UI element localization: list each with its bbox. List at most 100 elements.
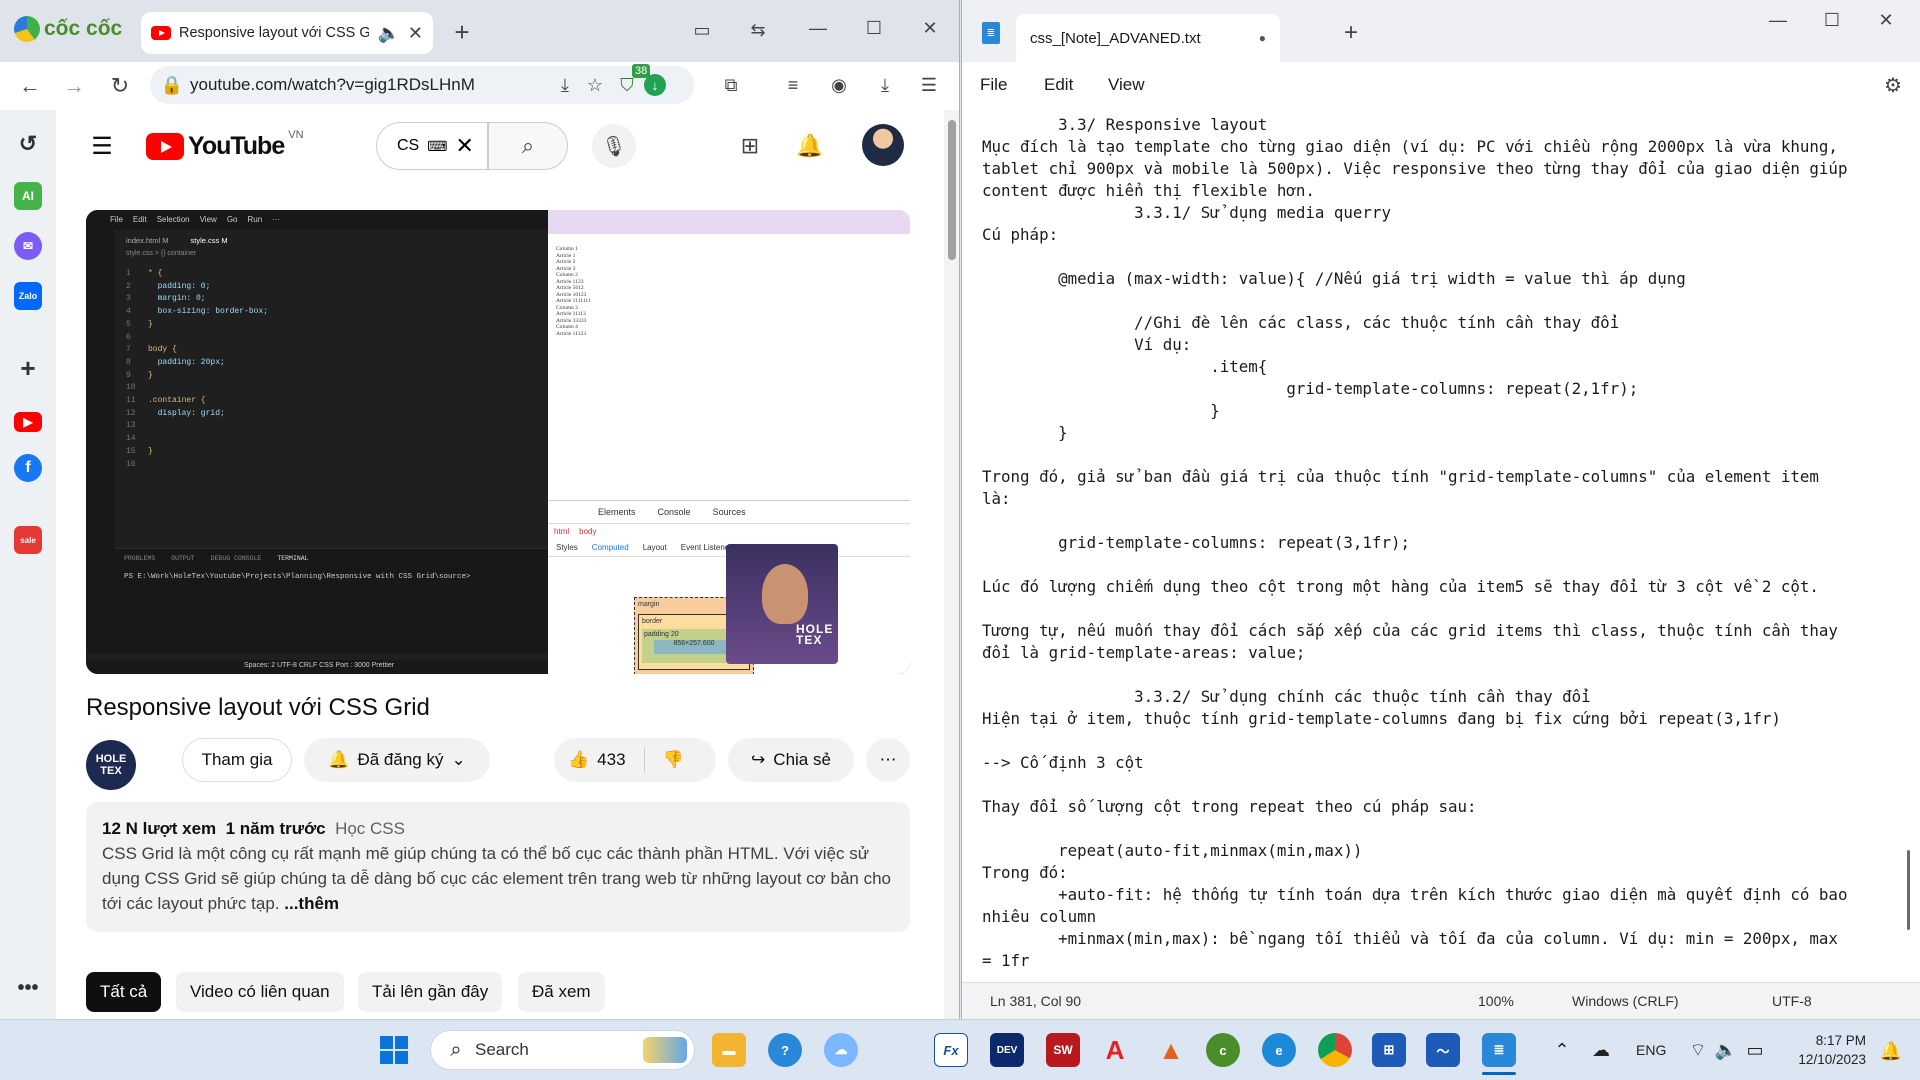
tray-chevron-icon[interactable]: ⌃ xyxy=(1552,1040,1572,1060)
taskbar-search[interactable]: ⌕ Search xyxy=(430,1030,695,1070)
screenshot-icon[interactable]: ▭ xyxy=(690,18,714,42)
maximize-icon[interactable]: ☐ xyxy=(862,16,886,40)
menu-view[interactable]: View xyxy=(1108,75,1172,95)
browser-tab-youtube[interactable]: Responsive layout với CSS Grid 🔈 ✕ xyxy=(141,12,433,54)
join-button[interactable]: Tham gia xyxy=(182,738,292,782)
subscribed-button[interactable]: 🔔 Đã đăng ký ⌄ xyxy=(304,738,490,782)
notepad-scrollbar-thumb[interactable] xyxy=(1907,850,1910,930)
notepad-file-tab[interactable]: css_[Note]_ADVANED.txt ● xyxy=(1016,14,1280,62)
new-tab-icon[interactable]: + xyxy=(448,17,476,47)
close-icon[interactable]: ✕ xyxy=(1874,8,1898,32)
speaker-icon[interactable]: 🔈 xyxy=(377,23,399,44)
store-icon[interactable]: ⊞ xyxy=(1372,1033,1406,1067)
matlab-icon[interactable]: ▲ xyxy=(1154,1033,1188,1067)
minimize-icon[interactable]: — xyxy=(1766,8,1790,32)
line-ending[interactable]: Windows (CRLF) xyxy=(1572,993,1679,1009)
scrollbar-thumb[interactable] xyxy=(948,120,956,260)
notifications-bell-icon[interactable]: 🔔 xyxy=(794,130,826,162)
code-text: } xyxy=(148,370,153,380)
search-button[interactable]: ⌕ xyxy=(488,122,568,170)
hashtag[interactable]: Học CSS xyxy=(335,819,405,838)
maximize-icon[interactable]: ☐ xyxy=(1820,8,1844,32)
notification-bell-icon[interactable]: 🔔 xyxy=(1880,1040,1902,1062)
keyboard-icon[interactable]: ⌨ xyxy=(427,138,447,155)
more-dots-icon[interactable]: ••• xyxy=(14,974,42,1002)
wifi-icon[interactable]: ⌔ xyxy=(1688,1040,1708,1060)
zoom-level[interactable]: 100% xyxy=(1478,993,1514,1009)
chip-watched[interactable]: Đã xem xyxy=(518,972,605,1012)
zalo-icon[interactable]: Zalo xyxy=(14,282,42,310)
create-video-icon[interactable]: ⊞ xyxy=(734,130,766,162)
extensions-puzzle-icon[interactable]: ⧉ xyxy=(718,72,744,98)
minimize-icon[interactable]: — xyxy=(806,16,830,40)
youtube-logo[interactable]: YouTube VN xyxy=(146,129,304,161)
divider xyxy=(643,747,645,773)
chart-app-icon[interactable]: 〜 xyxy=(1426,1033,1460,1067)
downloads-icon[interactable]: ⤓ xyxy=(872,72,898,98)
history-icon[interactable]: ↺ xyxy=(14,130,42,158)
windows-start-icon[interactable] xyxy=(380,1036,408,1064)
voice-search-icon[interactable]: 🎙 xyxy=(592,124,636,168)
tab-close-icon[interactable]: ✕ xyxy=(408,23,423,44)
unsaved-dot-icon[interactable]: ● xyxy=(1259,31,1266,45)
youtube-panel-icon[interactable]: ▶ xyxy=(14,412,42,432)
encoding[interactable]: UTF-8 xyxy=(1772,993,1812,1009)
dev-app-icon[interactable]: DEV xyxy=(990,1033,1024,1067)
bookmark-star-icon[interactable]: ☆ xyxy=(584,74,606,96)
hamburger-icon[interactable]: ☰ xyxy=(88,132,116,160)
chip-recent[interactable]: Tải lên gần đây xyxy=(358,972,503,1012)
new-tab-icon[interactable]: + xyxy=(1338,19,1364,46)
coccoc-logo[interactable]: cốc cốc xyxy=(14,16,122,42)
close-icon[interactable]: ✕ xyxy=(918,16,942,40)
fx-app-icon[interactable]: Fx xyxy=(934,1033,968,1067)
weather-icon[interactable]: ☁ xyxy=(824,1033,858,1067)
notepad-taskbar-icon[interactable]: ≣ xyxy=(1482,1033,1516,1067)
notepad-text-area[interactable]: 3.3/ Responsive layout Mục đích là tạo t… xyxy=(982,114,1882,974)
menu-file[interactable]: File xyxy=(980,75,1044,95)
description-box[interactable]: 12 N lượt xem 1 năm trước Học CSS CSS Gr… xyxy=(86,802,910,932)
video-player[interactable]: File Edit Selection View Go Run ··· inde… xyxy=(86,210,910,674)
ai-icon[interactable]: AI xyxy=(14,182,42,210)
clear-search-icon[interactable]: ✕ xyxy=(455,133,473,159)
clock[interactable]: 8:17 PM 12/10/2023 xyxy=(1786,1031,1866,1069)
like-icon[interactable]: 👍 xyxy=(568,750,589,770)
coccoc-taskbar-icon[interactable]: c xyxy=(1206,1033,1240,1067)
chip-all[interactable]: Tất cả xyxy=(86,972,162,1012)
facebook-icon[interactable]: f xyxy=(14,454,42,482)
download-page-icon[interactable]: ⤓ xyxy=(554,74,576,96)
network-offline-icon[interactable]: ☁ xyxy=(1590,1040,1612,1060)
playlist-icon[interactable]: ≡ xyxy=(780,72,806,98)
file-explorer-icon[interactable]: ▬ xyxy=(712,1033,746,1067)
like-count[interactable]: 433 xyxy=(597,750,625,770)
shopping-icon[interactable]: sale xyxy=(14,526,42,554)
edge-icon[interactable]: e xyxy=(1262,1033,1296,1067)
messenger-icon[interactable]: ✉ xyxy=(14,232,42,260)
download-green-icon[interactable]: ↓ xyxy=(644,74,666,96)
acrobat-icon[interactable]: A xyxy=(1098,1033,1132,1067)
chrome-icon[interactable] xyxy=(1318,1033,1352,1067)
solidworks-icon[interactable]: SW xyxy=(1046,1033,1080,1067)
menu-icon[interactable]: ☰ xyxy=(916,72,942,98)
back-forward-split-icon[interactable]: ⇆ xyxy=(746,18,770,42)
channel-avatar[interactable]: HOLE TEX xyxy=(86,740,136,790)
battery-icon[interactable]: ▭ xyxy=(1744,1040,1766,1060)
tips-icon[interactable]: ? xyxy=(768,1033,802,1067)
forward-icon[interactable]: → xyxy=(62,73,86,98)
add-panel-icon[interactable]: + xyxy=(14,353,42,383)
code-text: padding: 20px; xyxy=(148,357,225,367)
language-indicator[interactable]: ENG xyxy=(1636,1042,1666,1058)
back-icon[interactable]: ← xyxy=(18,73,42,98)
profile-icon[interactable]: ◉ xyxy=(826,72,852,98)
address-bar[interactable]: 🔒 youtube.com/watch?v=gig1RDsLHnM ⤓ ☆ ⛉ … xyxy=(150,64,694,104)
reload-icon[interactable]: ↻ xyxy=(108,73,132,98)
share-button[interactable]: ↪ Chia sẻ xyxy=(728,738,854,782)
more-actions-button[interactable]: ⋯ xyxy=(866,738,910,782)
chip-related[interactable]: Video có liên quan xyxy=(176,972,344,1012)
menu-edit[interactable]: Edit xyxy=(1044,75,1108,95)
show-more-link[interactable]: ...thêm xyxy=(284,894,339,913)
volume-icon[interactable]: 🔈 xyxy=(1715,1040,1737,1060)
youtube-search-input[interactable]: CS ⌨ ✕ xyxy=(376,122,488,170)
account-avatar[interactable] xyxy=(862,124,904,166)
settings-gear-icon[interactable]: ⚙ xyxy=(1882,74,1904,97)
dislike-icon[interactable]: 👎 xyxy=(663,750,684,770)
